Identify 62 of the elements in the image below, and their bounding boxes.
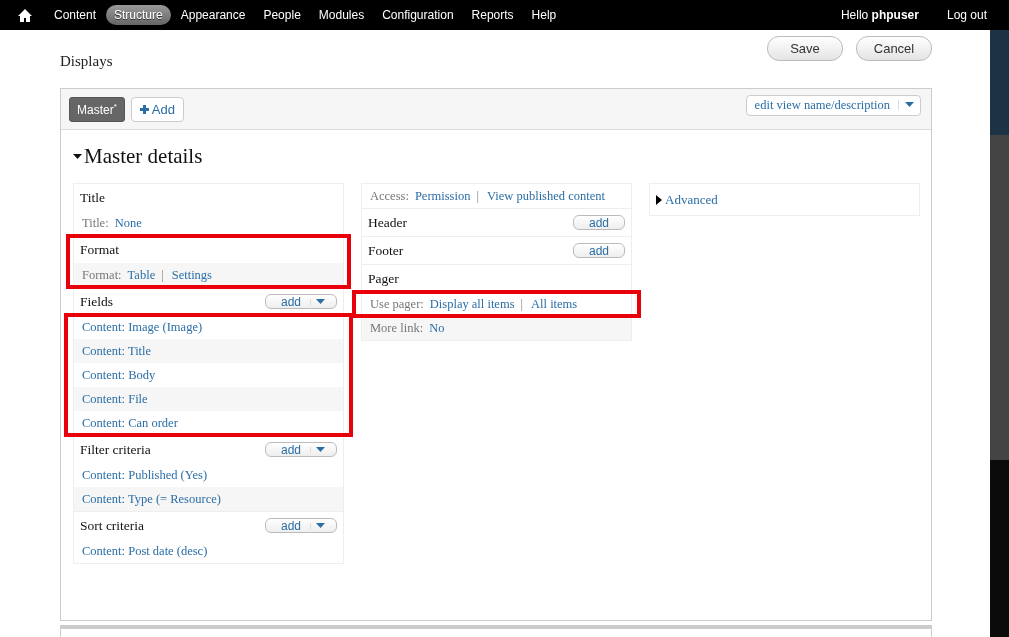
section-title: Title xyxy=(80,189,106,206)
section-title: Footer xyxy=(368,242,404,259)
page-title: Displays xyxy=(60,53,114,70)
setting-link[interactable]: All items xyxy=(531,296,578,312)
setting-link[interactable]: Table xyxy=(127,267,156,283)
setting-label: Format: xyxy=(82,267,122,283)
setting-label: More link: xyxy=(370,320,424,336)
form-button[interactable]: Cancel xyxy=(856,36,932,61)
add-button[interactable]: add xyxy=(572,215,625,230)
caret-icon[interactable] xyxy=(656,194,662,205)
form-button[interactable]: Save xyxy=(767,36,843,61)
toolbar-item[interactable]: Appearance xyxy=(172,5,254,25)
section-title: Format xyxy=(80,241,119,258)
advanced-toggle[interactable]: Advanced xyxy=(649,183,920,216)
setting-link[interactable]: None xyxy=(114,215,142,231)
add-button[interactable]: add xyxy=(264,518,337,533)
toolbar-item[interactable]: Help xyxy=(523,5,565,25)
setting-link[interactable]: Permission xyxy=(414,188,471,204)
toolbar-item[interactable]: Content xyxy=(46,5,105,25)
section-title: Sort criteria xyxy=(80,517,145,534)
section-title: Fields xyxy=(80,293,113,310)
add-button[interactable]: add xyxy=(264,294,337,309)
separator-text: | xyxy=(476,188,479,204)
separator-text: | xyxy=(161,267,164,283)
caret-icon[interactable] xyxy=(73,153,82,160)
toolbar-item[interactable]: People xyxy=(255,5,309,25)
home-icon[interactable] xyxy=(18,8,32,22)
section-title: Filter criteria xyxy=(80,441,151,458)
item-link[interactable]: Content: File xyxy=(82,391,148,407)
toolbar-item[interactable]: Configuration xyxy=(374,5,462,25)
setting-label: Access: xyxy=(370,188,409,204)
toolbar-item[interactable]: Structure xyxy=(106,5,171,25)
greeting-text: Hello phpuser xyxy=(840,8,919,22)
setting-label: Title: xyxy=(82,215,109,231)
add-button[interactable]: add xyxy=(572,243,625,258)
item-link[interactable]: Content: Title xyxy=(82,343,152,359)
item-link[interactable]: Content: Image (Image) xyxy=(82,319,203,335)
setting-link[interactable]: View published content xyxy=(486,188,605,204)
setting-link[interactable]: Display all items xyxy=(429,296,515,312)
setting-link[interactable]: No xyxy=(429,320,445,336)
item-link[interactable]: Content: Published (Yes) xyxy=(82,467,208,483)
item-link[interactable]: Content: Can order xyxy=(82,415,178,431)
display-tab[interactable]: Master$^{*}$ xyxy=(69,96,125,122)
add-button[interactable]: add xyxy=(264,442,337,457)
item-link[interactable]: Content: Body xyxy=(82,367,156,383)
plus-icon xyxy=(139,104,149,114)
separator-text: | xyxy=(520,296,524,312)
section-title: Pager xyxy=(368,270,399,287)
logout-link[interactable]: Log out xyxy=(938,5,995,25)
details-heading[interactable]: Master details xyxy=(73,144,931,169)
caret-icon xyxy=(905,102,914,108)
add-display-button[interactable]: Add xyxy=(130,96,184,122)
edit-view-dropdown[interactable]: edit view name/description xyxy=(745,94,921,116)
setting-label: Use pager: xyxy=(370,296,424,312)
caret-icon xyxy=(316,446,325,453)
toolbar-item[interactable]: Reports xyxy=(463,5,522,25)
caret-icon xyxy=(316,522,325,529)
toolbar-item[interactable]: Modules xyxy=(310,5,373,25)
section-title: Header xyxy=(368,214,407,231)
item-link[interactable]: Content: Post date (desc) xyxy=(82,543,208,559)
setting-link[interactable]: Settings xyxy=(171,267,212,283)
caret-icon xyxy=(316,298,325,305)
